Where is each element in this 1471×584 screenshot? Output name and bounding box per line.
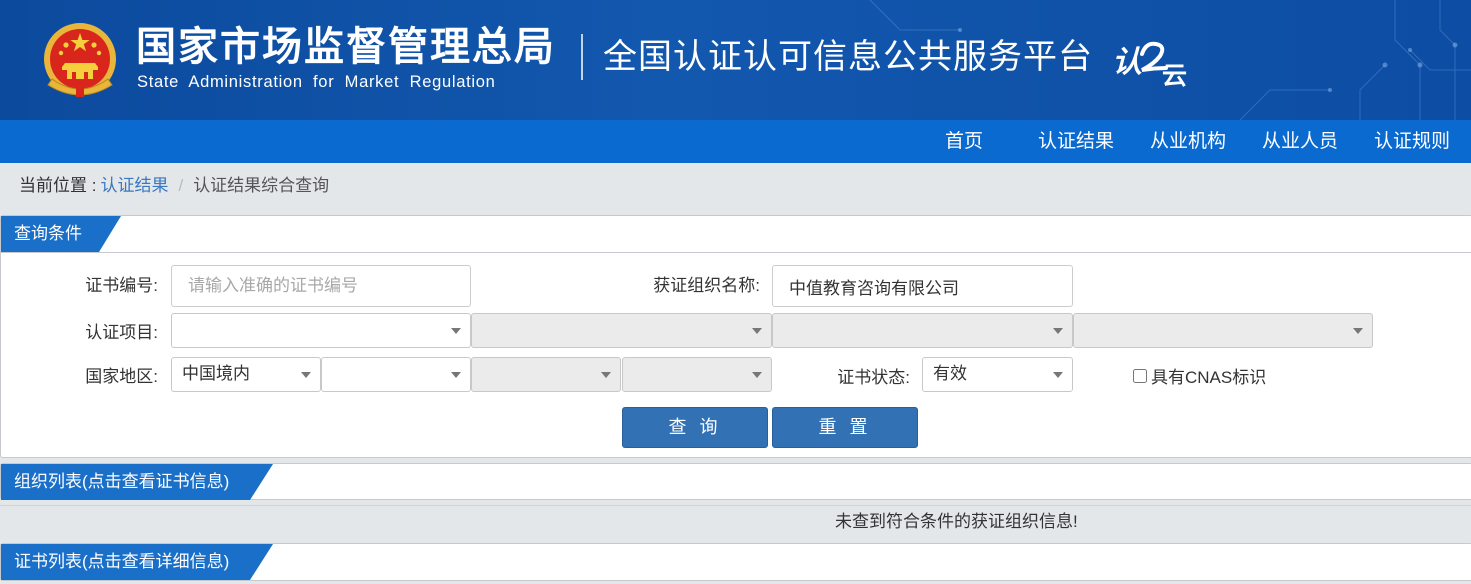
cert-project-select-3 xyxy=(772,313,1073,348)
breadcrumb-prefix: 当前位置 : xyxy=(19,176,97,195)
cert-status-value: 有效 xyxy=(933,364,967,383)
org-name-label: 获证组织名称: xyxy=(653,276,760,295)
cert-no-input[interactable] xyxy=(171,265,471,307)
region-select-city xyxy=(471,357,621,392)
cert-no-label: 证书编号: xyxy=(85,276,158,295)
query-panel-header: 查询条件 xyxy=(1,216,1471,253)
org-list-title: 组织列表(点击查看证书信息) xyxy=(1,464,273,500)
region-select-province[interactable] xyxy=(321,357,471,392)
agency-name-en: State Administration for Market Regulati… xyxy=(137,73,496,91)
cnas-checkbox-label[interactable]: 具有CNAS标识 xyxy=(1151,366,1266,390)
header-divider xyxy=(581,34,583,80)
reset-button[interactable]: 重 置 xyxy=(772,407,918,448)
cert-status-select[interactable]: 有效 xyxy=(922,357,1073,392)
search-button[interactable]: 查 询 xyxy=(622,407,768,448)
dropdown-arrow-icon xyxy=(451,328,461,334)
platform-title: 全国认证认可信息公共服务平台 xyxy=(603,38,1093,76)
nav-item-institutions[interactable]: 从业机构 xyxy=(1132,120,1244,163)
breadcrumb-separator: / xyxy=(178,176,184,195)
nav-item-cert-results[interactable]: 认证结果 xyxy=(1020,120,1132,163)
breadcrumb-link-cert-results[interactable]: 认证结果 xyxy=(100,176,168,195)
query-panel-title: 查询条件 xyxy=(1,216,121,252)
cert-project-label: 认证项目: xyxy=(85,323,158,342)
region-select-country[interactable]: 中国境内 xyxy=(171,357,321,392)
org-name-input[interactable] xyxy=(772,265,1073,307)
region-select-district xyxy=(622,357,772,392)
platform-logo-char-2: 云 xyxy=(1162,62,1188,90)
dropdown-arrow-icon xyxy=(752,372,762,378)
org-list-divider xyxy=(0,505,1471,506)
breadcrumb-current: 认证结果综合查询 xyxy=(193,176,330,195)
nav-item-personnel[interactable]: 从业人员 xyxy=(1244,120,1356,163)
header-banner: 国家市场监督管理总局 State Administration for Mark… xyxy=(0,0,1471,120)
org-list-panel-header: 组织列表(点击查看证书信息) xyxy=(0,463,1471,500)
cert-status-label: 证书状态: xyxy=(837,368,910,387)
national-emblem-icon xyxy=(44,23,116,97)
nav-item-home[interactable]: 首页 xyxy=(908,120,1020,163)
main-nav: 首页 认证结果 从业机构 从业人员 认证规则 xyxy=(0,120,1471,163)
dropdown-arrow-icon xyxy=(1353,328,1363,334)
dropdown-arrow-icon xyxy=(301,372,311,378)
cert-list-title: 证书列表(点击查看详细信息) xyxy=(1,544,273,580)
region-select-value: 中国境内 xyxy=(182,364,250,383)
org-list-empty-message: 未查到符合条件的获证组织信息! xyxy=(835,512,1078,531)
agency-name-cn: 国家市场监督管理总局 xyxy=(136,25,556,69)
cert-project-select-1[interactable] xyxy=(171,313,471,348)
dropdown-arrow-icon xyxy=(601,372,611,378)
cert-project-select-2 xyxy=(471,313,772,348)
nav-item-cert-rules[interactable]: 认证规则 xyxy=(1356,120,1468,163)
region-label: 国家地区: xyxy=(85,367,158,386)
dropdown-arrow-icon xyxy=(451,372,461,378)
cert-project-select-4 xyxy=(1073,313,1373,348)
cert-list-panel-header: 证书列表(点击查看详细信息) xyxy=(0,543,1471,581)
cnas-checkbox[interactable] xyxy=(1133,369,1147,383)
dropdown-arrow-icon xyxy=(1053,372,1063,378)
dropdown-arrow-icon xyxy=(1053,328,1063,334)
dropdown-arrow-icon xyxy=(752,328,762,334)
breadcrumb: 当前位置 : 认证结果 / 认证结果综合查询 xyxy=(19,174,329,198)
